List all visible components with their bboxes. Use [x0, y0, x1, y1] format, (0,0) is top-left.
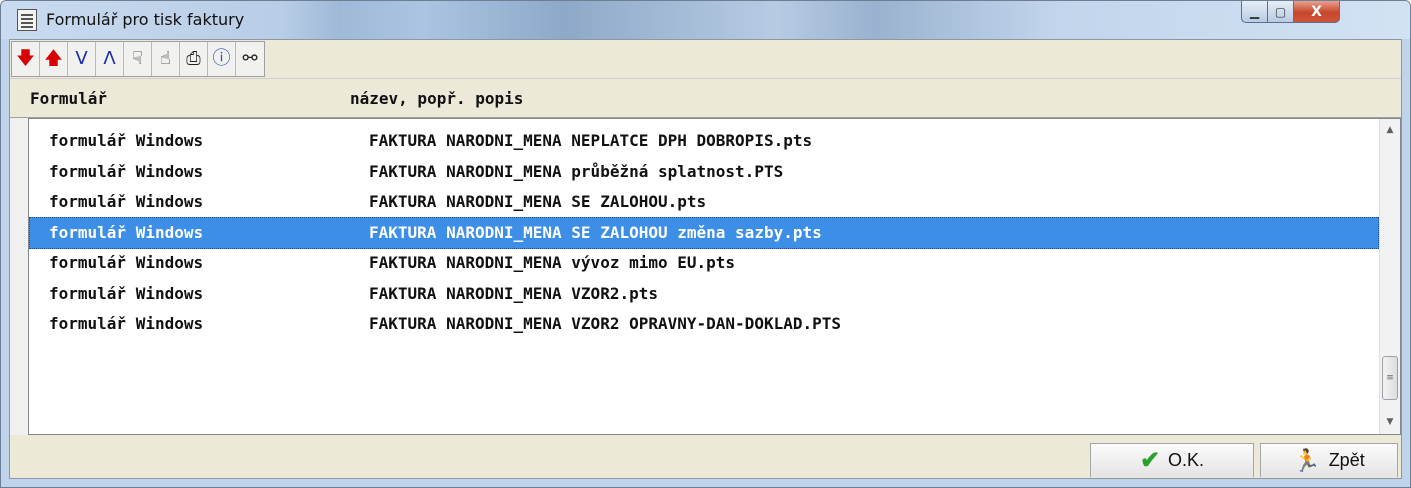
toolbar-button-hand-pointing-up[interactable]: ☝ [152, 42, 180, 76]
arrow-down-red-icon: 🡇 [16, 48, 35, 69]
form-icon [17, 9, 37, 31]
table-header: Formulář název, popř. popis [10, 78, 1401, 118]
minimize-icon: ▁ [1249, 4, 1260, 19]
printer-icon: ⎙ [186, 48, 201, 69]
dialog-window: Formulář pro tisk faktury ▁ ▢ X 🡇 🡅 V Λ ☟ ☝ ⎙ ⓘ… [0, 0, 1411, 488]
dialog-footer: ✔ O.K. 🏃 Zpět [10, 435, 1401, 478]
cell-form-name: FAKTURA NARODNI_MENA vývoz mimo EU.pts [369, 253, 736, 272]
minimize-button[interactable]: ▁ [1241, 1, 1268, 23]
double-chevron-up-icon: Λ [103, 48, 116, 69]
cell-form-type: formulář Windows [49, 192, 204, 211]
window-controls: ▁ ▢ X [1241, 1, 1340, 23]
cell-form-name: FAKTURA NARODNI_MENA NEPLATCE DPH DOBROP… [369, 131, 813, 150]
scrollbar-thumb[interactable]: ≡ [1382, 356, 1398, 400]
table-row[interactable]: formulář Windows FAKTURA NARODNI_MENA prů… [29, 156, 1379, 188]
dialog-client-area: 🡇 🡅 V Λ ☟ ☝ ⎙ ⓘ ⚯ Formulář název, popř. popis fo… [9, 39, 1402, 479]
form-list[interactable]: formulář Windows FAKTURA NARODNI_MENA NEP… [28, 118, 1401, 435]
toolbar-button-group: 🡇 🡅 V Λ ☟ ☝ ⎙ ⓘ ⚯ [11, 41, 265, 77]
window-title: Formulář pro tisk faktury [46, 10, 245, 29]
hand-pointing-up-icon: ☝ [160, 48, 171, 69]
form-list-rows: formulář Windows FAKTURA NARODNI_MENA NEP… [29, 119, 1379, 434]
table-row[interactable]: formulář Windows FAKTURA NARODNI_MENA SE … [29, 216, 1379, 249]
table-row[interactable]: formulář Windows FAKTURA NARODNI_MENA SE … [29, 186, 1379, 218]
cell-form-name: FAKTURA NARODNI_MENA průběžná splatnost.… [369, 161, 784, 181]
cell-form-type: formulář Windows [49, 314, 204, 333]
table-row[interactable]: formulář Windows FAKTURA NARODNI_MENA výv… [29, 247, 1379, 279]
cell-form-type: formulář Windows [49, 283, 204, 303]
cell-form-type: formulář Windows [49, 253, 204, 272]
checkmark-icon: ✔ [1139, 447, 1161, 474]
scroll-up-icon[interactable]: ▲ [1380, 120, 1400, 140]
arrow-up-red-icon: 🡅 [44, 48, 63, 69]
toolbar-button-hand-pointing-down[interactable]: ☟ [124, 42, 152, 76]
binoculars-icon: ⚯ [242, 48, 258, 69]
table-row[interactable]: formulář Windows FAKTURA NARODNI_MENA VZO… [29, 308, 1379, 340]
scroll-down-icon[interactable]: ▼ [1380, 412, 1400, 432]
table-row[interactable]: formulář Windows FAKTURA NARODNI_MENA NEP… [29, 125, 1379, 157]
column-header-form[interactable]: Formulář [30, 89, 107, 108]
cell-form-name: FAKTURA NARODNI_MENA SE ZALOHOU.pts [369, 192, 707, 211]
cell-form-name: FAKTURA NARODNI_MENA SE ZALOHOU změna sa… [369, 222, 822, 242]
double-chevron-down-icon: V [75, 48, 88, 69]
table-row[interactable]: formulář Windows FAKTURA NARODNI_MENA VZO… [29, 278, 1379, 310]
toolbar-button-arrow-up-red[interactable]: 🡅 [40, 42, 68, 76]
cell-form-type: formulář Windows [49, 161, 204, 181]
info-icon: ⓘ [212, 48, 231, 69]
ok-button-label: O.K. [1168, 450, 1205, 470]
hand-pointing-down-icon: ☟ [132, 48, 143, 69]
toolbar-button-arrow-down-red[interactable]: 🡇 [12, 42, 40, 76]
toolbar-button-binoculars[interactable]: ⚯ [236, 42, 264, 76]
cell-form-name: FAKTURA NARODNI_MENA VZOR2 OPRAVNY-DAN-D… [369, 314, 842, 333]
back-button[interactable]: 🏃 Zpět [1260, 443, 1398, 477]
toolbar-button-printer[interactable]: ⎙ [180, 42, 208, 76]
toolbar-button-double-chevron-up[interactable]: Λ [96, 42, 124, 76]
back-button-label: Zpět [1328, 450, 1365, 470]
maximize-button[interactable]: ▢ [1268, 1, 1294, 23]
running-man-icon: 🏃 [1293, 447, 1321, 473]
vertical-scrollbar[interactable]: ▲ ≡ ▼ [1379, 119, 1400, 434]
close-icon: X [1311, 3, 1322, 20]
cell-form-name: FAKTURA NARODNI_MENA VZOR2.pts [369, 283, 658, 303]
grip-icon: ≡ [1386, 373, 1394, 383]
toolbar: 🡇 🡅 V Λ ☟ ☝ ⎙ ⓘ ⚯ [10, 40, 1401, 78]
maximize-icon: ▢ [1274, 4, 1287, 19]
toolbar-button-double-chevron-down[interactable]: V [68, 42, 96, 76]
ok-button[interactable]: ✔ O.K. [1090, 443, 1254, 477]
title-bar[interactable]: Formulář pro tisk faktury ▁ ▢ X [1, 1, 1410, 39]
cell-form-type: formulář Windows [49, 131, 204, 150]
cell-form-type: formulář Windows [49, 222, 204, 242]
toolbar-button-info[interactable]: ⓘ [208, 42, 236, 76]
close-button[interactable]: X [1294, 1, 1340, 23]
column-header-name[interactable]: název, popř. popis [350, 89, 523, 108]
